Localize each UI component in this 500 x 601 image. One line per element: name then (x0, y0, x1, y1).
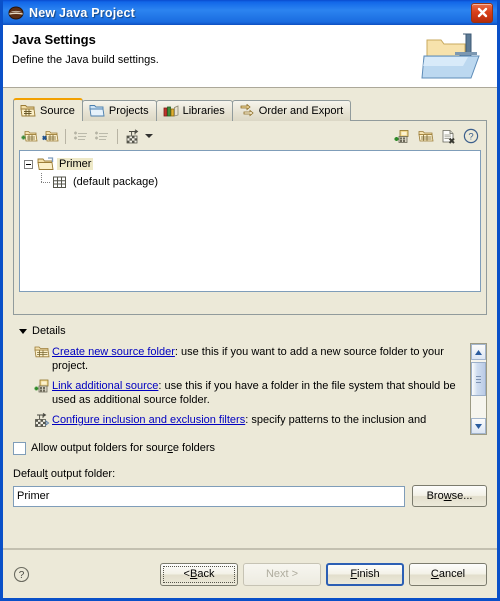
classpath-toolbar: ? (19, 125, 481, 147)
details-list: Create new source folder: use this if yo… (13, 343, 470, 435)
help-icon[interactable]: ? (13, 566, 30, 583)
title-bar: New Java Project (3, 0, 497, 25)
tab-label: Libraries (182, 105, 225, 117)
wizard-body: Source Projects Libraries Order and Expo… (3, 89, 497, 549)
tab-projects[interactable]: Projects (81, 100, 157, 121)
chevron-down-icon[interactable] (145, 134, 153, 138)
create-new-source-folder-icon (34, 345, 52, 360)
scroll-up-icon[interactable] (471, 344, 486, 360)
details-scrollbar[interactable] (470, 343, 487, 435)
help-icon[interactable]: ? (461, 127, 481, 146)
add-folder-icon[interactable] (19, 127, 39, 146)
footer-buttons: < Back Next > Finish Cancel (160, 562, 487, 586)
remove-filter-icon (92, 127, 112, 146)
configure-filters-icon (34, 413, 52, 428)
window-title: New Java Project (29, 5, 136, 20)
tree-node-label: (default package) (73, 176, 158, 188)
allow-output-folders-row[interactable]: Allow output folders for source folders (13, 440, 487, 456)
details-entry-desc: : specify patterns to the inclusion and (245, 414, 427, 426)
svg-text:?: ? (19, 570, 25, 581)
finish-button[interactable]: Finish (326, 562, 404, 586)
allow-output-folders-label: Allow output folders for source folders (31, 442, 216, 454)
package-icon (51, 174, 68, 190)
source-folders-tree[interactable]: Primer (default package) (19, 150, 481, 292)
link-additional-source-icon (34, 379, 52, 394)
remove-from-buildpath-icon[interactable] (438, 127, 458, 146)
details-panel: Create new source folder: use this if yo… (13, 343, 487, 435)
details-label: Details (32, 325, 66, 337)
allow-output-folders-checkbox[interactable] (13, 441, 26, 455)
cancel-button[interactable]: Cancel (409, 562, 487, 586)
libraries-books-icon (163, 104, 179, 118)
configure-filters-link[interactable]: Configure inclusion and exclusion filter… (52, 414, 245, 426)
tab-label: Projects (108, 105, 149, 117)
tab-source[interactable]: Source (13, 98, 83, 121)
eclipse-globe-icon (8, 5, 24, 21)
details-entry-text: Configure inclusion and exclusion filter… (52, 413, 426, 428)
tab-strip: Source Projects Libraries Order and Expo… (13, 98, 487, 121)
source-folder-icon (37, 156, 54, 172)
default-output-folder-input[interactable] (13, 485, 405, 507)
tree-connector (38, 173, 51, 191)
toolbar-separator (117, 128, 118, 144)
link-additional-source-icon[interactable] (392, 127, 412, 146)
dialog-footer: ? < Back Next > Finish Cancel (3, 549, 497, 598)
create-new-source-folder-icon[interactable] (415, 127, 435, 146)
tree-node-label: Primer (57, 158, 94, 170)
tree-row-child[interactable]: (default package) (24, 173, 478, 191)
link-source-icon[interactable] (40, 127, 60, 146)
details-entry-create-source-folder[interactable]: Create new source folder: use this if yo… (34, 345, 470, 373)
tab-label: Order and Export (258, 105, 344, 117)
details-entry-text: Create new source folder: use this if yo… (52, 345, 470, 373)
toolbar-separator (65, 128, 66, 144)
tab-label: Source (40, 104, 75, 117)
browse-button[interactable]: Bro w se... (412, 485, 487, 507)
details-entry-link-additional-source[interactable]: Link additional source: use this if you … (34, 379, 470, 407)
next-button: Next > (243, 562, 321, 586)
new-java-project-dialog: New Java Project Java Settings Define th… (0, 0, 500, 601)
back-button[interactable]: < Back (160, 562, 238, 586)
collapse-icon[interactable] (24, 159, 33, 169)
tab-order-and-export[interactable]: Order and Export (231, 100, 352, 121)
source-tab-panel: ? Primer (default package) (13, 120, 487, 315)
create-new-source-folder-link[interactable]: Create new source folder (52, 346, 175, 358)
projects-folder-icon (89, 104, 105, 118)
default-output-folder-row: Browse... (13, 485, 487, 507)
wizard-header: Java Settings Define the Java build sett… (3, 25, 497, 88)
details-entry-text: Link additional source: use this if you … (52, 379, 470, 407)
source-folder-icon (20, 104, 36, 118)
java-project-folder-icon (419, 30, 489, 85)
edit-filter-icon (71, 127, 91, 146)
default-output-folder-label: Default output folder: (13, 468, 116, 480)
tree-row-root[interactable]: Primer (24, 155, 478, 173)
scrollbar-thumb[interactable] (471, 362, 486, 396)
order-export-icon (239, 103, 255, 118)
scrollbar-track[interactable] (471, 360, 486, 418)
tab-libraries[interactable]: Libraries (155, 100, 233, 121)
triangle-down-icon (19, 328, 27, 334)
svg-text:?: ? (468, 132, 473, 143)
close-icon[interactable] (471, 2, 493, 23)
details-toggle[interactable]: Details (13, 323, 487, 339)
link-additional-source-link[interactable]: Link additional source (52, 380, 158, 392)
scroll-down-icon[interactable] (471, 418, 486, 434)
configure-filters-icon[interactable] (123, 127, 143, 146)
details-entry-configure-filters[interactable]: Configure inclusion and exclusion filter… (34, 413, 470, 428)
